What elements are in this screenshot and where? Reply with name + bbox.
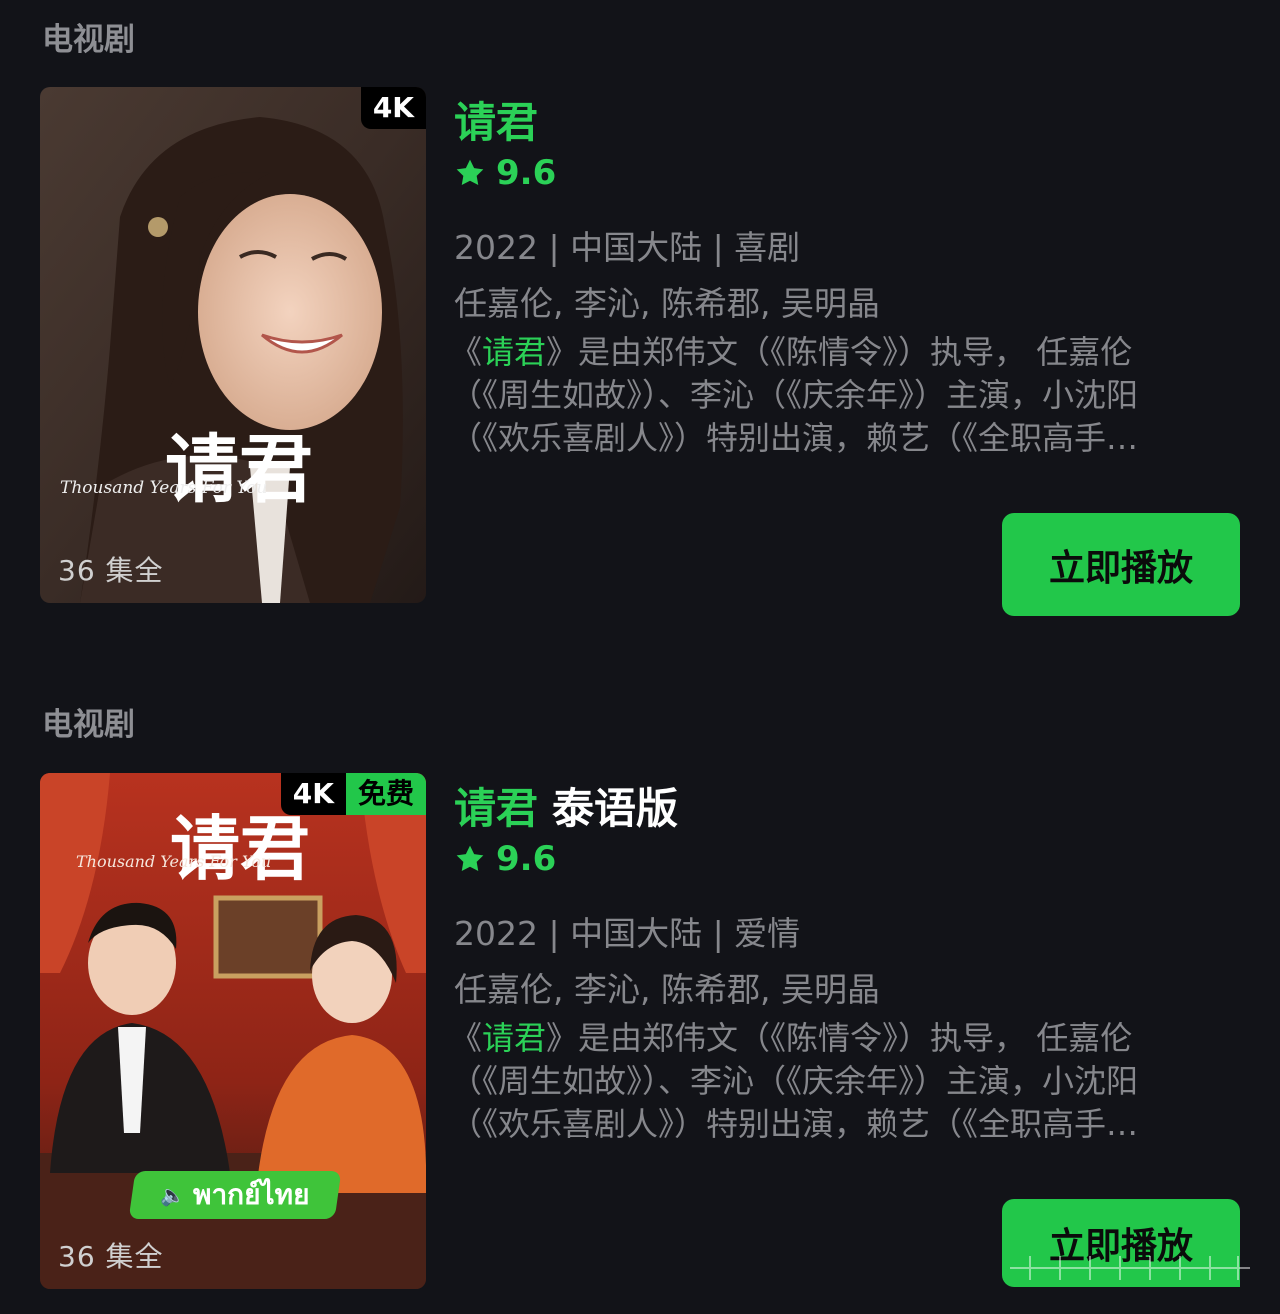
show-info: 请君 泰语版 9.6 2022 | 中国大陆 | 爱情 任嘉伦, 李沁, 陈希郡,… <box>450 773 1240 1289</box>
desc-prefix: 《 <box>450 333 483 371</box>
show-meta: 2022 | 中国大陆 | 喜剧 <box>454 228 801 267</box>
poster-image[interactable]: 请君 Thousand Years For You 🔈 พากย์ไทย 4K … <box>40 773 426 1289</box>
thai-dub-label: พากย์ไทย <box>193 1178 310 1211</box>
show-card[interactable]: 请君 Thousand Years For You 4K 36 集全 请君 9.… <box>40 87 1240 616</box>
rating-value: 9.6 <box>496 153 557 193</box>
show-title[interactable]: 请君 <box>454 89 538 150</box>
badges: 4K 免费 <box>280 773 426 815</box>
badge-4k: 4K <box>280 773 346 815</box>
desc-body: 》是由郑伟文（《陈情令》）执导， 任嘉伦（《周生如故》）、李沁（《庆余年》）主演… <box>450 1019 1139 1143</box>
episode-count: 36 集全 <box>58 1240 164 1273</box>
desc-highlight: 请君 <box>482 1019 547 1057</box>
show-card[interactable]: 请君 Thousand Years For You 🔈 พากย์ไทย 4K … <box>40 773 1240 1289</box>
rating: 9.6 <box>454 839 556 879</box>
rating-value: 9.6 <box>496 839 557 879</box>
show-cast: 任嘉伦, 李沁, 陈希郡, 吴明晶 <box>454 970 880 1009</box>
section-label: 电视剧 <box>42 707 135 743</box>
badge-free: 免费 <box>345 773 426 815</box>
show-cast: 任嘉伦, 李沁, 陈希郡, 吴明晶 <box>454 284 880 323</box>
desc-prefix: 《 <box>450 1019 483 1057</box>
thai-dub-badge: 🔈 พากย์ไทย <box>128 1171 342 1219</box>
badge-4k: 4K <box>360 87 426 129</box>
poster-title-en: Thousand Years For You <box>60 478 267 498</box>
show-description: 《请君》是由郑伟文（《陈情令》）执导， 任嘉伦（《周生如故》）、李沁（《庆余年》… <box>450 1017 1210 1146</box>
poster-art: 请君 Thousand Years For You <box>40 87 426 603</box>
show-title-sub[interactable]: 泰语版 <box>552 784 678 833</box>
desc-highlight: 请君 <box>482 333 547 371</box>
desc-body: 》是由郑伟文（《陈情令》）执导， 任嘉伦（《周生如故》）、李沁（《庆余年》）主演… <box>450 333 1139 457</box>
show-title-main[interactable]: 请君 <box>454 98 538 147</box>
speaker-icon: 🔈 <box>160 1183 186 1207</box>
badges: 4K <box>360 87 426 129</box>
show-title-main[interactable]: 请君 <box>454 784 538 833</box>
show-info: 请君 9.6 2022 | 中国大陆 | 喜剧 任嘉伦, 李沁, 陈希郡, 吴明… <box>450 87 1240 616</box>
show-meta: 2022 | 中国大陆 | 爱情 <box>454 914 801 953</box>
star-icon <box>456 159 484 185</box>
show-description: 《请君》是由郑伟文（《陈情令》）执导， 任嘉伦（《周生如故》）、李沁（《庆余年》… <box>450 331 1210 460</box>
poster-title-en: Thousand Years For You <box>76 852 271 871</box>
show-title[interactable]: 请君 泰语版 <box>454 775 678 836</box>
section-label: 电视剧 <box>42 22 135 58</box>
star-icon <box>456 845 484 871</box>
rating: 9.6 <box>454 153 556 193</box>
watermark-logo <box>1010 1256 1250 1280</box>
episode-count: 36 集全 <box>58 554 164 587</box>
poster-title-cn: 请君 <box>165 427 313 513</box>
poster-title-cn: 请君 <box>170 807 310 890</box>
play-now-button[interactable]: 立即播放 <box>1002 513 1240 616</box>
poster-image[interactable]: 请君 Thousand Years For You 4K 36 集全 <box>40 87 426 603</box>
